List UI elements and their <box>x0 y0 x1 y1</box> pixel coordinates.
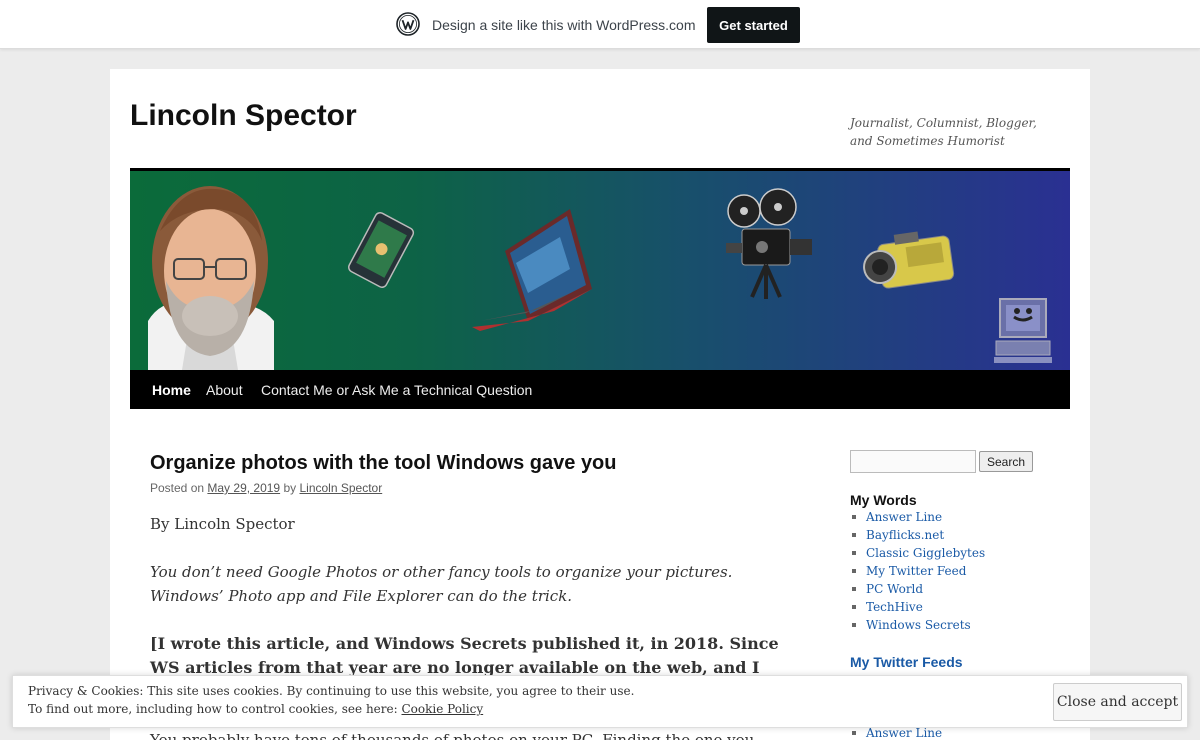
laptop-image <box>472 209 592 331</box>
retro-computer-image <box>994 298 1052 363</box>
nav-about[interactable]: About <box>206 382 243 398</box>
cookie-more-info-text: To find out more, including how to contr… <box>28 702 398 716</box>
film-camera-image <box>726 188 812 299</box>
site-title[interactable]: Lincoln Spector <box>130 99 357 133</box>
page-container: Lincoln Spector Journalist, Columnist, B… <box>110 69 1090 740</box>
site-description: Journalist, Columnist, Blogger, and Some… <box>850 116 1037 148</box>
post-author-link[interactable]: Lincoln Spector <box>299 481 382 495</box>
cookie-banner: Privacy & Cookies: This site uses cookie… <box>12 675 1188 728</box>
link-techhive[interactable]: TechHive <box>850 598 985 616</box>
twitter-feeds-heading[interactable]: My Twitter Feeds <box>850 654 963 670</box>
camcorder-image <box>863 231 955 289</box>
search-button[interactable]: Search <box>979 451 1033 472</box>
nav-home[interactable]: Home <box>152 382 191 398</box>
header-banner[interactable] <box>130 171 1070 370</box>
byline-paragraph: By Lincoln Spector <box>150 515 295 533</box>
wordpress-logo-icon[interactable] <box>396 12 420 36</box>
wordpress-promo-bar: Design a site like this with WordPress.c… <box>0 0 1200 49</box>
my-words-heading: My Words <box>850 492 917 508</box>
link-classic-gigglebytes[interactable]: Classic Gigglebytes <box>850 544 985 562</box>
link-windows-secrets[interactable]: Windows Secrets <box>850 616 985 634</box>
search-input[interactable] <box>850 450 976 473</box>
smartphone-image <box>348 212 415 288</box>
by-label: by <box>283 481 297 495</box>
my-words-list: Answer Line Bayflicks.net Classic Giggle… <box>850 508 985 634</box>
link-my-twitter-feed[interactable]: My Twitter Feed <box>850 562 985 580</box>
portrait-image <box>148 186 274 370</box>
main-navigation: Home About Contact Me or Ask Me a Techni… <box>130 370 1070 409</box>
body-paragraph: You probably have tens of thousands of p… <box>150 731 755 740</box>
post-meta: Posted on May 29, 2019 by Lincoln Specto… <box>150 481 382 495</box>
link-answer-line[interactable]: Answer Line <box>850 508 985 526</box>
link-bayflicks[interactable]: Bayflicks.net <box>850 526 985 544</box>
posted-on-label: Posted on <box>150 481 205 495</box>
promo-text: Design a site like this with WordPress.c… <box>432 17 696 33</box>
link-pc-world[interactable]: PC World <box>850 580 985 598</box>
nav-contact[interactable]: Contact Me or Ask Me a Technical Questio… <box>261 382 532 398</box>
close-and-accept-button[interactable]: Close and accept <box>1053 683 1182 721</box>
get-started-button[interactable]: Get started <box>707 7 800 43</box>
cookie-notice-text: Privacy & Cookies: This site uses cookie… <box>28 684 635 698</box>
cookie-more-info: To find out more, including how to contr… <box>28 702 483 716</box>
intro-paragraph: You don’t need Google Photos or other fa… <box>150 563 733 605</box>
post-title[interactable]: Organize photos with the tool Windows ga… <box>150 452 617 475</box>
cookie-policy-link[interactable]: Cookie Policy <box>402 702 484 716</box>
post-date-link[interactable]: May 29, 2019 <box>207 481 280 495</box>
